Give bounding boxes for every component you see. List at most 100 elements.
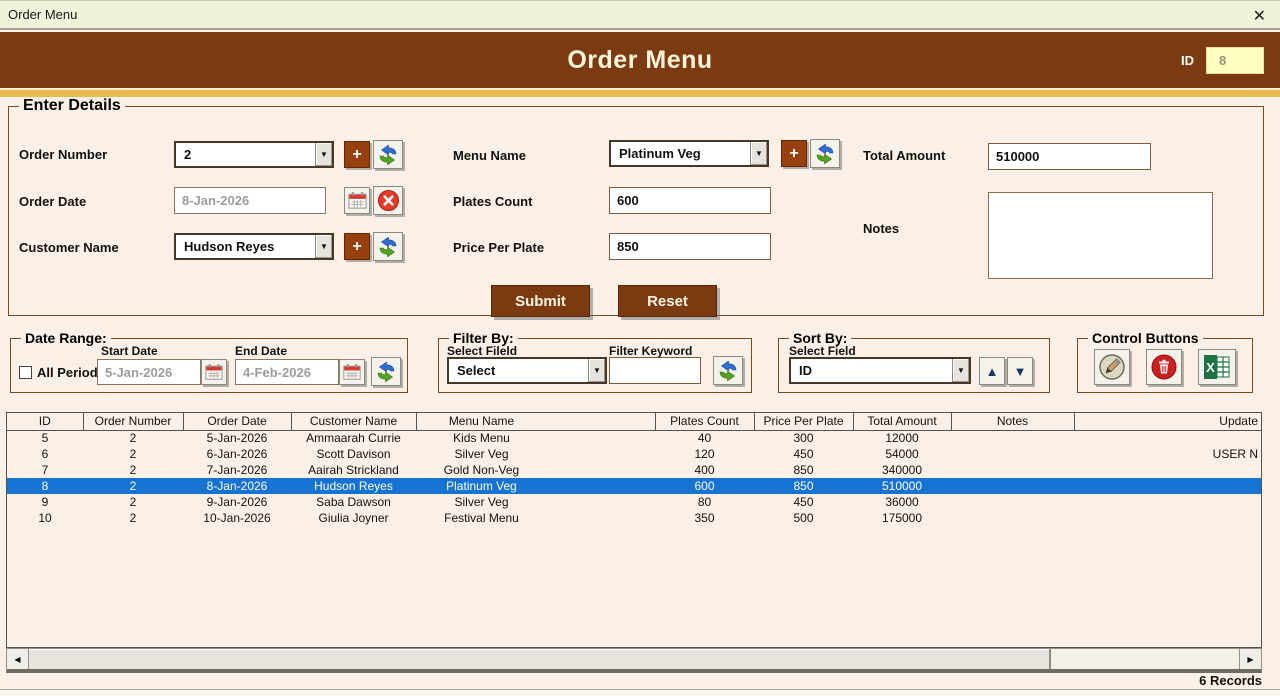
end-date-calendar-button[interactable] (339, 359, 365, 385)
col-header-price-per-plate[interactable]: Price Per Plate (754, 413, 853, 430)
cell: Aairah Strickland (291, 462, 416, 478)
horizontal-scrollbar[interactable]: ◀ ▶ (6, 648, 1262, 673)
filter-by-group: Filter By: Select Fileld Select ▼ Filter… (438, 330, 752, 393)
sort-ascending-button[interactable]: ▲ (979, 357, 1005, 385)
filter-keyword-input[interactable] (609, 357, 701, 384)
all-period-checkbox[interactable] (19, 366, 32, 379)
col-header-customer-name[interactable]: Customer Name (291, 413, 416, 430)
id-label: ID (1181, 53, 1194, 68)
dropdown-icon[interactable]: ▼ (750, 142, 767, 165)
total-amount-input[interactable] (988, 143, 1151, 170)
menu-name-combobox[interactable]: Platinum Veg ▼ (609, 140, 769, 167)
col-header-notes[interactable]: Notes (951, 413, 1074, 430)
scroll-right-button[interactable]: ▶ (1239, 649, 1261, 669)
cell: 500 (754, 510, 853, 526)
dropdown-icon[interactable]: ▼ (315, 143, 332, 166)
menu-name-value: Platinum Veg (611, 142, 750, 165)
dropdown-icon[interactable]: ▼ (952, 359, 969, 382)
sort-field-combobox[interactable]: ID ▼ (789, 357, 971, 384)
cell: 6-Jan-2026 (183, 446, 291, 462)
cell (951, 462, 1074, 478)
table-row[interactable]: 7 2 7-Jan-2026 Aairah Strickland Gold No… (7, 462, 1261, 478)
order-number-combobox[interactable]: 2 ▼ (174, 141, 334, 168)
add-order-number-button[interactable]: + (344, 141, 370, 168)
col-header-order-date[interactable]: Order Date (183, 413, 291, 430)
edit-pencil-icon (1098, 353, 1126, 381)
cell: 2 (83, 462, 183, 478)
submit-button[interactable]: Submit (491, 285, 590, 317)
control-buttons-legend: Control Buttons (1088, 330, 1203, 346)
close-icon[interactable]: ✕ (1253, 6, 1266, 26)
cell: 2 (83, 478, 183, 494)
reset-button[interactable]: Reset (618, 285, 717, 317)
excel-icon: X (1202, 353, 1232, 381)
control-buttons-group: Control Buttons (1077, 330, 1253, 393)
cell: Hudson Reyes (291, 478, 416, 494)
cell: 9-Jan-2026 (183, 494, 291, 510)
table-row[interactable]: 10 2 10-Jan-2026 Giulia Joyner Festival … (7, 510, 1261, 526)
table-row[interactable]: 5 2 5-Jan-2026 Ammaarah Currie Kids Menu… (7, 430, 1261, 446)
scroll-left-button[interactable]: ◀ (7, 649, 29, 669)
col-header-menu-name[interactable]: Menu Name (416, 413, 655, 430)
cell: 8 (7, 478, 83, 494)
sort-down-icon: ▼ (1014, 365, 1027, 378)
cell: Gold Non-Veg (416, 462, 655, 478)
col-header-total-amount[interactable]: Total Amount (853, 413, 951, 430)
cell: 8-Jan-2026 (183, 478, 291, 494)
refresh-customer-button[interactable] (373, 232, 403, 261)
price-per-plate-input[interactable] (609, 233, 771, 260)
cell (951, 430, 1074, 446)
dropdown-icon[interactable]: ▼ (315, 235, 332, 258)
order-number-value: 2 (176, 143, 315, 166)
col-header-order-number[interactable]: Order Number (83, 413, 183, 430)
apply-filter-button[interactable] (713, 356, 743, 385)
filter-field-combobox[interactable]: Select ▼ (447, 357, 607, 384)
cell: 10 (7, 510, 83, 526)
refresh-date-range-button[interactable] (371, 357, 401, 386)
add-menu-button[interactable]: + (781, 140, 807, 167)
table-row[interactable]: 9 2 9-Jan-2026 Saba Dawson Silver Veg 80… (7, 494, 1261, 510)
cell: 7-Jan-2026 (183, 462, 291, 478)
plates-count-input[interactable] (609, 187, 771, 214)
add-customer-button[interactable]: + (344, 233, 370, 260)
end-date-input[interactable] (235, 359, 339, 385)
notes-textarea[interactable] (988, 192, 1213, 279)
cell: 36000 (853, 494, 951, 510)
table-row-selected[interactable]: 8 2 8-Jan-2026 Hudson Reyes Platinum Veg… (7, 478, 1261, 494)
enter-details-group: Enter Details Order Number 2 ▼ + Order D… (8, 97, 1264, 316)
col-header-update[interactable]: Update (1074, 413, 1261, 430)
col-header-id[interactable]: ID (7, 413, 83, 430)
order-date-input[interactable] (174, 187, 326, 214)
refresh-menu-button[interactable] (810, 139, 840, 168)
table-row[interactable]: 6 2 6-Jan-2026 Scott Davison Silver Veg … (7, 446, 1261, 462)
cell: 5-Jan-2026 (183, 430, 291, 446)
cell: 350 (655, 510, 754, 526)
customer-name-combobox[interactable]: Hudson Reyes ▼ (174, 233, 334, 260)
refresh-icon (717, 360, 739, 382)
order-number-label: Order Number (19, 147, 107, 162)
start-date-input[interactable] (97, 359, 201, 385)
refresh-order-number-button[interactable] (373, 140, 403, 169)
cell: USER N (1074, 446, 1261, 462)
order-date-calendar-button[interactable] (344, 187, 370, 214)
trash-icon (1150, 353, 1178, 381)
start-date-calendar-button[interactable] (201, 359, 227, 385)
col-header-plates-count[interactable]: Plates Count (655, 413, 754, 430)
filter-field-label: Select Fileld (447, 344, 517, 358)
delete-button[interactable] (1146, 349, 1182, 385)
dropdown-icon[interactable]: ▼ (588, 359, 605, 382)
edit-button[interactable] (1094, 349, 1130, 385)
export-excel-button[interactable]: X (1198, 349, 1236, 385)
price-per-plate-label: Price Per Plate (453, 240, 544, 255)
cell (1074, 478, 1261, 494)
sort-descending-button[interactable]: ▼ (1007, 357, 1033, 385)
refresh-icon (814, 143, 836, 165)
cell: 400 (655, 462, 754, 478)
cell: Kids Menu (416, 430, 655, 446)
cell (951, 478, 1074, 494)
calendar-icon (347, 191, 368, 210)
scrollbar-thumb[interactable] (29, 649, 1051, 669)
clear-date-button[interactable] (373, 186, 403, 215)
cell: Platinum Veg (416, 478, 655, 494)
sort-field-label: Select Field (789, 344, 856, 358)
